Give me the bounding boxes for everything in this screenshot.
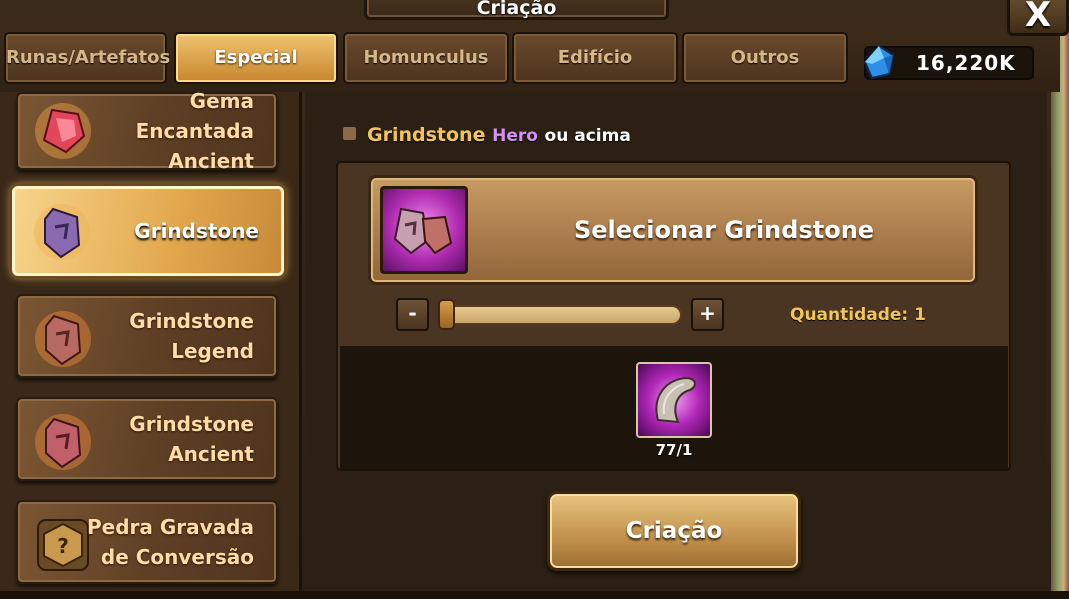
tab-building[interactable]: Edifício bbox=[512, 32, 678, 84]
enchanted-gem-icon bbox=[35, 103, 91, 159]
list-item-label: Grindstone Legend bbox=[129, 309, 254, 363]
tab-others[interactable]: Outros bbox=[682, 32, 848, 84]
filter-suffix: ou acima bbox=[544, 126, 631, 146]
filter-item-name: Grindstone bbox=[367, 124, 486, 146]
grindstone-legend-icon bbox=[35, 311, 91, 367]
list-item-label: Grindstone Ancient bbox=[129, 412, 254, 466]
grindstone-ancient-icon bbox=[35, 414, 91, 470]
filter-description: Grindstone Hero ou acima bbox=[367, 124, 631, 146]
svg-text:?: ? bbox=[57, 534, 69, 558]
quantity-increase-button[interactable]: + bbox=[691, 298, 724, 331]
tab-special[interactable]: Especial bbox=[174, 32, 338, 84]
grindstone-icon bbox=[34, 204, 90, 260]
list-item-label: Pedra Gravada de Conversão bbox=[87, 515, 254, 569]
list-item-grindstone-ancient[interactable]: Grindstone Ancient bbox=[16, 397, 278, 481]
tab-homunculus[interactable]: Homunculus bbox=[343, 32, 509, 84]
craft-button[interactable]: Criação bbox=[547, 491, 801, 571]
close-button[interactable]: X bbox=[1007, 0, 1069, 36]
window-title-text: Criação bbox=[476, 0, 557, 19]
list-item-enchanted-gem-ancient[interactable]: Gema Encantada Ancient bbox=[16, 89, 278, 173]
list-item-grindstone-legend[interactable]: Grindstone Legend bbox=[16, 294, 278, 378]
list-item-conversion-stone[interactable]: ? Pedra Gravada de Conversão bbox=[16, 500, 278, 584]
select-grindstone-label: Selecionar Grindstone bbox=[573, 216, 875, 244]
quantity-slider[interactable] bbox=[440, 305, 682, 325]
list-item-label: Gema Encantada Ancient bbox=[135, 89, 254, 173]
list-item-grindstone[interactable]: Grindstone bbox=[12, 186, 284, 276]
grindstone-pair-icon bbox=[380, 186, 468, 274]
quantity-label: Quantidade: 1 bbox=[790, 305, 926, 325]
window-title: Criação bbox=[364, 0, 669, 20]
material-count: 77/1 bbox=[655, 441, 693, 459]
claw-material-icon[interactable] bbox=[636, 362, 712, 438]
quantity-slider-handle[interactable] bbox=[438, 299, 455, 330]
crystal-icon bbox=[863, 44, 895, 80]
list-item-label: Grindstone bbox=[134, 219, 259, 243]
tab-runes-artifacts[interactable]: Runas/Artefatos bbox=[4, 32, 170, 84]
quantity-decrease-button[interactable]: - bbox=[396, 298, 429, 331]
bottom-border bbox=[0, 591, 1069, 599]
filter-checkbox[interactable] bbox=[343, 127, 356, 140]
conversion-stone-icon: ? bbox=[37, 519, 89, 571]
filter-grade: Hero bbox=[492, 126, 538, 146]
